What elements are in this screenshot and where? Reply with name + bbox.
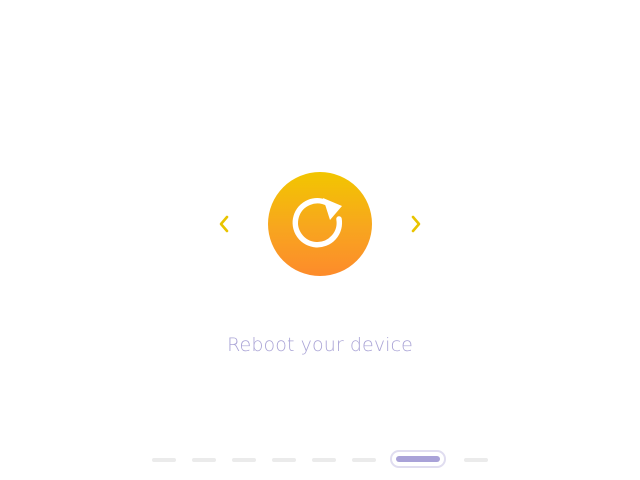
pager-dot-4[interactable] [272, 458, 296, 462]
previous-slide-button[interactable] [212, 212, 236, 236]
chevron-right-icon [411, 215, 421, 233]
next-slide-button[interactable] [404, 212, 428, 236]
pager-dot-2[interactable] [192, 458, 216, 462]
pager-dot-7-active[interactable] [390, 450, 446, 468]
carousel-pager [150, 450, 490, 470]
reboot-icon-badge [268, 172, 372, 276]
slide-caption: Reboot your device [227, 334, 413, 356]
pager-dot-6[interactable] [352, 458, 376, 462]
pager-dot-3[interactable] [232, 458, 256, 462]
chevron-left-icon [219, 215, 229, 233]
pager-dot-1[interactable] [152, 458, 176, 462]
reload-icon [292, 197, 343, 248]
active-indicator-pill [396, 456, 440, 462]
pager-dot-8[interactable] [464, 458, 488, 462]
pager-dot-5[interactable] [312, 458, 336, 462]
onboarding-carousel: Reboot your device [0, 0, 640, 480]
